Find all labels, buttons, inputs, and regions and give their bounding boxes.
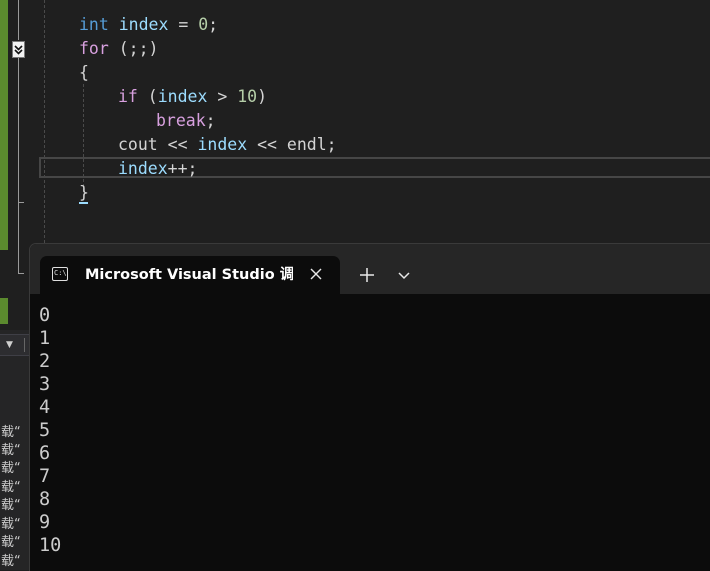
console-line: 8 xyxy=(39,489,51,510)
console-line: 6 xyxy=(39,443,51,464)
code-token: ++; xyxy=(167,159,198,178)
output-line: 载“ xyxy=(1,443,21,458)
console-line: 4 xyxy=(39,397,51,418)
dropdown-arrow-icon[interactable]: ▼ xyxy=(6,340,13,350)
code-token: { xyxy=(79,63,89,82)
close-icon[interactable] xyxy=(306,264,326,284)
code-token: ) xyxy=(257,87,268,106)
code-token: > xyxy=(207,87,238,106)
code-line-3[interactable]: { xyxy=(79,61,89,85)
output-line: 载“ xyxy=(1,535,21,550)
console-line: 9 xyxy=(39,512,51,533)
console-line: 0 xyxy=(39,305,51,326)
output-line: 载“ xyxy=(1,517,21,532)
output-line: 载“ xyxy=(1,461,21,476)
output-line: 载“ xyxy=(1,425,21,440)
collapse-chevron-icon xyxy=(14,45,23,55)
code-token: break xyxy=(156,111,206,130)
console-line: 3 xyxy=(39,374,51,395)
console-line: 10 xyxy=(39,535,62,556)
code-token: ; xyxy=(205,111,216,130)
outline-tick xyxy=(18,273,24,274)
outline-tick xyxy=(18,202,24,203)
debug-console-window[interactable]: C:\ Microsoft Visual Studio 调试控制台 0 1 2 … xyxy=(29,243,710,571)
change-indicator-bar xyxy=(0,0,8,250)
outline-line xyxy=(18,0,19,40)
code-token: index xyxy=(197,135,248,154)
code-line-7[interactable]: index++; xyxy=(118,157,197,181)
code-line-1[interactable]: int index = 0; xyxy=(79,13,218,37)
code-token: 10 xyxy=(237,87,258,106)
console-line: 5 xyxy=(39,420,51,441)
code-token: index xyxy=(118,159,168,178)
output-toolbar[interactable]: ▼ xyxy=(0,334,30,356)
code-token: 0 xyxy=(198,15,209,34)
toolbar-separator xyxy=(24,338,25,352)
terminal-tab-bar: C:\ Microsoft Visual Studio 调试控制台 xyxy=(30,244,710,294)
code-token: cout xyxy=(118,135,158,154)
console-line: 2 xyxy=(39,351,51,372)
code-token: index xyxy=(118,15,169,34)
code-token: int xyxy=(79,15,109,34)
output-line: 载“ xyxy=(1,554,21,569)
code-token: } xyxy=(79,183,89,202)
tab-title: Microsoft Visual Studio 调试控制台 xyxy=(85,267,293,283)
code-token: << xyxy=(157,135,198,154)
code-token: index xyxy=(157,87,208,106)
change-indicator-bar xyxy=(0,298,8,324)
output-line: 载“ xyxy=(1,498,21,513)
console-output[interactable]: 0 1 2 3 4 5 6 7 8 9 10 xyxy=(39,304,61,557)
code-token: = xyxy=(168,15,199,34)
code-token: ; xyxy=(208,15,219,34)
code-token: if xyxy=(118,87,138,106)
console-icon: C:\ xyxy=(52,267,68,281)
code-line-2[interactable]: for (;;) xyxy=(79,37,158,61)
code-token: (;;) xyxy=(108,39,159,58)
text-caret xyxy=(79,202,88,204)
plus-icon[interactable] xyxy=(356,264,378,286)
outline-line xyxy=(18,58,19,274)
code-token: ; xyxy=(326,135,337,154)
indent-guide xyxy=(44,0,45,243)
chevron-down-icon[interactable] xyxy=(394,264,414,286)
terminal-tab[interactable]: C:\ Microsoft Visual Studio 调试控制台 xyxy=(40,256,340,294)
code-token: for xyxy=(79,39,109,58)
console-line: 1 xyxy=(39,328,51,349)
console-icon-text: C:\ xyxy=(54,269,67,277)
fold-toggle-button[interactable] xyxy=(12,41,25,58)
code-line-5[interactable]: break; xyxy=(156,109,216,133)
output-line: 载“ xyxy=(1,480,21,495)
code-token: << xyxy=(247,135,287,154)
code-token: endl xyxy=(286,135,327,154)
code-line-4[interactable]: if (index > 10) xyxy=(118,85,267,109)
console-line: 7 xyxy=(39,466,51,487)
code-token: ( xyxy=(137,87,158,106)
code-line-6[interactable]: cout << index << endl; xyxy=(118,133,337,157)
